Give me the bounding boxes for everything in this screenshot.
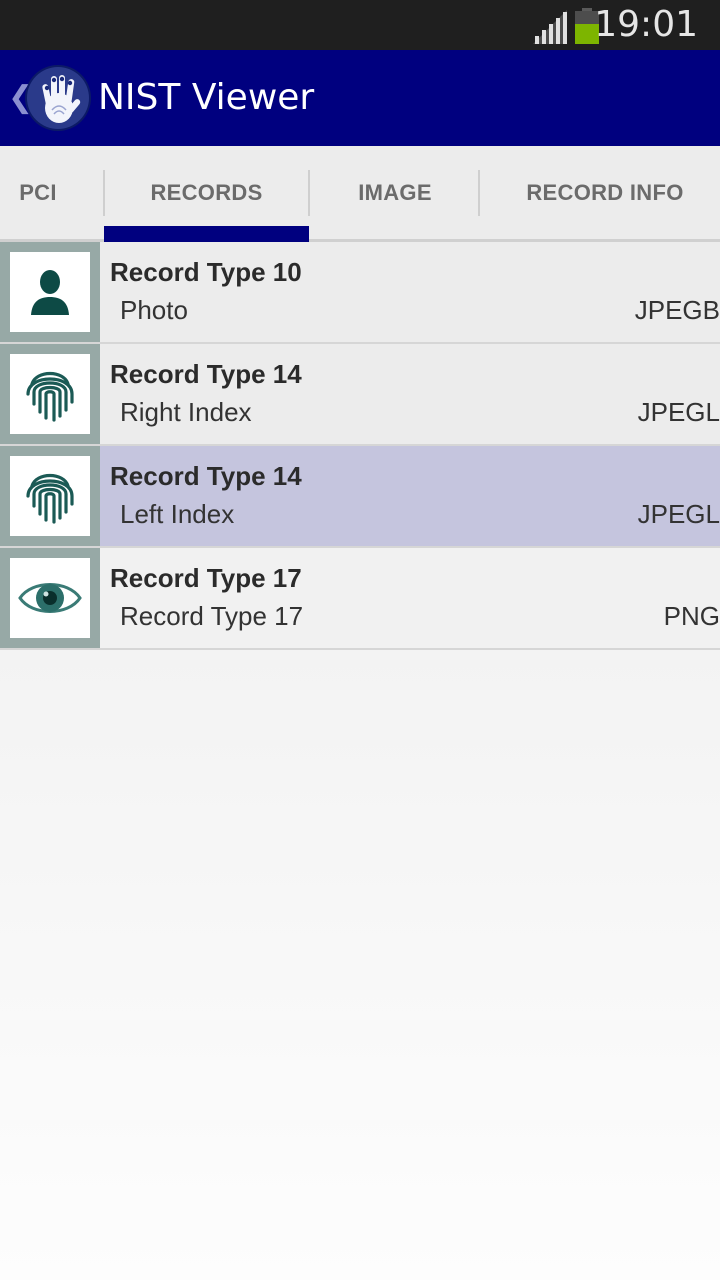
record-subtitle: Right Index [120,397,252,427]
tab-image[interactable]: IMAGE [310,146,480,239]
fingerprint-icon [26,473,74,524]
person-icon [31,270,69,315]
tab-bar: PCI RECORDS IMAGE RECORD INFO [0,146,720,242]
record-subtitle: Left Index [120,499,235,529]
signal-bars-icon [533,10,567,44]
record-format: JPEGL [637,397,720,427]
tab-record-info[interactable]: RECORD INFO [480,146,720,239]
app-title: NIST Viewer [98,77,315,118]
fingerprint-icon [26,371,74,422]
record-subtitle: Record Type 17 [120,601,304,631]
action-bar: ❮ NIST Viewer [0,50,720,146]
record-format: JPEGB [634,295,720,325]
list-item[interactable]: Record Type 17 Record Type 17 PNG [0,548,720,650]
status-time: 19:01 [594,4,698,45]
tab-pci[interactable]: PCI [0,146,76,239]
record-thumbnail [0,344,100,444]
status-bar: 19:01 [0,0,720,50]
record-title: Record Type 14 [110,359,302,389]
record-title: Record Type 17 [110,563,302,593]
record-title: Record Type 10 [110,257,302,287]
hand-fingerprint-logo[interactable] [24,64,92,132]
record-format: PNG [663,601,720,631]
record-title: Record Type 14 [110,461,302,491]
record-subtitle: Photo [120,295,188,325]
selected-tab-indicator [104,226,309,242]
list-item-selected[interactable]: Record Type 14 Left Index JPEGL [0,446,720,548]
eye-icon [18,583,82,613]
record-thumbnail [0,242,100,342]
record-thumbnail [0,446,100,546]
list-item[interactable]: Record Type 10 Photo JPEGB [0,242,720,344]
list-item[interactable]: Record Type 14 Right Index JPEGL [0,344,720,446]
record-format: JPEGL [637,499,720,529]
records-list: Record Type 10 Photo JPEGB Record Type 1… [0,242,720,650]
record-thumbnail [0,548,100,648]
